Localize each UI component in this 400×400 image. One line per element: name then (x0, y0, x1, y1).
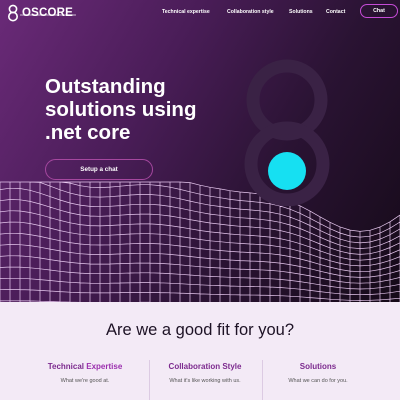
headline-line-1: Outstanding (45, 75, 166, 98)
nav-technical-expertise[interactable]: Technical expertise (162, 9, 210, 15)
column-subtitle: What we're good at. (60, 378, 110, 384)
column-subtitle: What it's like working with us. (169, 378, 241, 384)
fit-section-title: Are we a good fit for you? (105, 321, 295, 339)
nav-contact[interactable]: Contact (326, 9, 345, 15)
oscore-8-logo-icon (8, 4, 18, 22)
brand-name: OSCORE (22, 6, 74, 19)
column-collaboration-style[interactable]: Collaboration Style What it's like worki… (145, 362, 265, 384)
site-header: OSCORE Technical expertise Collaboration… (0, 0, 400, 26)
oscore-8-ring-icon (244, 59, 330, 206)
column-title: Technical Expertise (25, 362, 145, 371)
brand-tagline-bar (20, 14, 76, 16)
headline-line-2: solutions using (45, 98, 197, 121)
chat-button[interactable]: Chat (360, 4, 398, 18)
nav-solutions[interactable]: Solutions (289, 9, 313, 15)
column-subtitle: What we can do for you. (288, 378, 348, 384)
column-title-part-2: Expertise (86, 362, 123, 371)
column-title: Solutions (299, 362, 337, 371)
column-technical-expertise[interactable]: Technical Expertise What we're good at. (25, 362, 145, 384)
column-title: Collaboration Style (168, 362, 242, 371)
column-title-part-1: Technical (47, 362, 87, 371)
hero-section: OSCORE Technical expertise Collaboration… (0, 0, 400, 302)
nav-collaboration-style[interactable]: Collaboration style (227, 9, 274, 15)
setup-chat-button[interactable]: Setup a chat (45, 159, 153, 180)
headline-line-3: .net core (45, 121, 131, 144)
hero-headline: Outstanding solutions using .net core (45, 75, 245, 144)
logo[interactable]: OSCORE (7, 4, 73, 22)
column-solutions[interactable]: Solutions What we can do for you. (258, 362, 378, 384)
